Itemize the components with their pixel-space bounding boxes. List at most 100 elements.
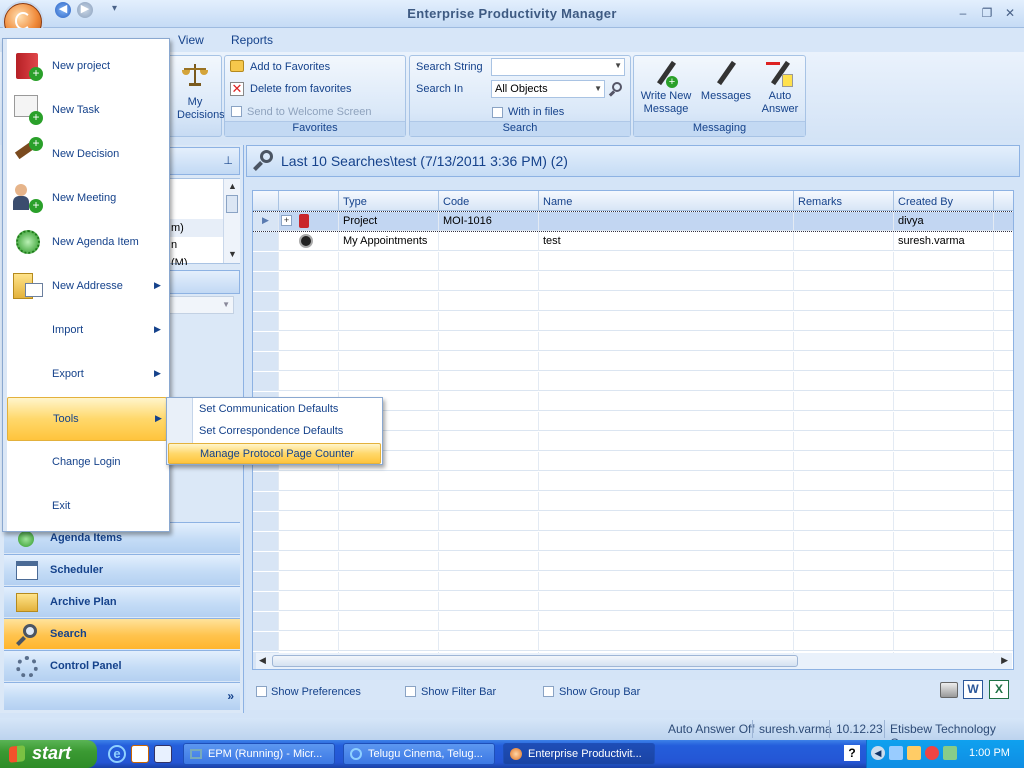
delete-from-favorites-button[interactable]: Delete from favorites bbox=[250, 83, 351, 95]
send-welcome-checkbox[interactable] bbox=[231, 106, 242, 117]
empty-cell bbox=[279, 612, 339, 631]
menu-item-new-addresse[interactable]: New Addresse ▶ bbox=[7, 265, 167, 309]
nav-search[interactable]: Search bbox=[4, 618, 240, 649]
start-button[interactable]: start bbox=[0, 740, 97, 768]
search-go-icon[interactable] bbox=[608, 81, 625, 97]
search-string-dropdown-icon[interactable]: ▼ bbox=[614, 61, 622, 70]
nav-configure-buttons[interactable]: » bbox=[4, 682, 240, 710]
column-header-remarks[interactable]: Remarks bbox=[794, 191, 894, 211]
chevron-double-icon[interactable]: » bbox=[227, 689, 234, 703]
my-decisions-button[interactable]: My Decisions bbox=[169, 62, 225, 122]
restore-icon[interactable]: ❐ bbox=[979, 6, 995, 20]
empty-cell bbox=[894, 372, 994, 391]
empty-cell bbox=[339, 372, 439, 391]
print-icon[interactable] bbox=[940, 682, 958, 698]
security-icon[interactable] bbox=[925, 746, 939, 760]
empty-cell bbox=[339, 332, 439, 351]
menu-item-import[interactable]: Import ▶ bbox=[7, 309, 167, 353]
close-icon[interactable]: ✕ bbox=[1002, 6, 1018, 20]
taskbar-item[interactable]: EPM (Running) - Micr... bbox=[183, 743, 335, 765]
menu-item-new-project[interactable]: + New project bbox=[7, 45, 167, 89]
show-filter-bar-checkbox[interactable] bbox=[405, 686, 416, 697]
outlook-icon[interactable] bbox=[131, 745, 149, 763]
row-selector-icon: ▶ bbox=[253, 212, 279, 231]
nav-control-panel[interactable]: Control Panel bbox=[4, 650, 240, 681]
scroll-down-icon[interactable]: ▼ bbox=[228, 249, 237, 259]
empty-cell bbox=[439, 532, 539, 551]
list-item[interactable]: (M) bbox=[167, 257, 192, 265]
nav-archive-plan[interactable]: Archive Plan bbox=[4, 586, 240, 617]
cell-remarks bbox=[794, 212, 894, 231]
list-item[interactable]: m) bbox=[167, 219, 223, 237]
menu-item-label: Exit bbox=[52, 500, 71, 512]
taskbar-item[interactable]: Enterprise Productivit... bbox=[503, 743, 655, 765]
forward-icon[interactable]: ▶ bbox=[77, 2, 93, 18]
show-group-bar-checkbox[interactable] bbox=[543, 686, 554, 697]
quick-access-dropdown-icon[interactable]: ▾ bbox=[112, 3, 117, 14]
empty-cell bbox=[994, 632, 1013, 651]
list-scrollbar[interactable]: ▲ ▼ bbox=[223, 179, 240, 263]
row-icon-cell: + bbox=[279, 212, 339, 231]
table-row[interactable]: ▶ + Project MOI-1016 divya bbox=[253, 211, 1013, 232]
empty-cell bbox=[439, 492, 539, 511]
horizontal-scrollbar[interactable]: ◀ ▶ bbox=[256, 653, 1012, 669]
expand-icon[interactable]: + bbox=[281, 215, 292, 226]
search-string-input[interactable]: ▼ bbox=[491, 58, 625, 76]
scroll-up-icon[interactable]: ▲ bbox=[228, 181, 237, 191]
nav-scheduler[interactable]: Scheduler bbox=[4, 554, 240, 585]
column-header-name[interactable]: Name bbox=[539, 191, 794, 211]
scroll-right-icon[interactable]: ▶ bbox=[1001, 655, 1008, 666]
empty-cell bbox=[339, 612, 439, 631]
menu-item-exit[interactable]: Exit bbox=[7, 485, 167, 529]
menu-item-new-task[interactable]: + New Task bbox=[7, 89, 167, 133]
menu-item-new-meeting[interactable]: + New Meeting bbox=[7, 177, 167, 221]
empty-cell bbox=[894, 252, 994, 271]
column-header-created-by[interactable]: Created By bbox=[894, 191, 994, 211]
empty-cell bbox=[994, 272, 1013, 291]
filter-dropdown[interactable]: ▼ bbox=[168, 296, 234, 314]
column-header-type[interactable]: Type bbox=[339, 191, 439, 211]
clock[interactable]: 1:00 PM bbox=[969, 747, 1010, 759]
menu-item-change-login[interactable]: Change Login bbox=[7, 441, 167, 485]
messages-pen-icon bbox=[712, 60, 740, 90]
empty-cell bbox=[794, 572, 894, 591]
minimize-icon[interactable]: – bbox=[955, 6, 971, 20]
search-in-select[interactable]: All Objects ▼ bbox=[491, 80, 605, 98]
pin-icon[interactable]: ⊥ bbox=[223, 154, 233, 167]
menu-item-export[interactable]: Export ▶ bbox=[7, 353, 167, 397]
taskbar-item[interactable]: Telugu Cinema, Telug... bbox=[343, 743, 495, 765]
menu-item-new-agenda-item[interactable]: New Agenda Item bbox=[7, 221, 167, 265]
menu-item-new-decision[interactable]: + New Decision bbox=[7, 133, 167, 177]
column-header-code[interactable]: Code bbox=[439, 191, 539, 211]
add-to-favorites-button[interactable]: Add to Favorites bbox=[250, 61, 330, 73]
messages-button[interactable]: Messages bbox=[698, 60, 754, 103]
menu-item-tools[interactable]: Tools ▶ bbox=[7, 397, 167, 441]
submenu-item-set-correspondence-defaults[interactable]: Set Correspondence Defaults bbox=[168, 421, 381, 442]
internet-explorer-icon[interactable]: e bbox=[108, 745, 126, 763]
within-files-checkbox[interactable] bbox=[492, 107, 503, 118]
empty-cell bbox=[894, 432, 994, 451]
horizontal-scroll-thumb[interactable] bbox=[272, 655, 798, 667]
volume-icon[interactable] bbox=[943, 746, 957, 760]
write-new-message-button[interactable]: + Write New Message bbox=[636, 60, 696, 116]
show-preferences-checkbox[interactable] bbox=[256, 686, 267, 697]
export-excel-icon[interactable]: X bbox=[989, 680, 1009, 699]
empty-cell bbox=[894, 492, 994, 511]
tray-app-icon[interactable] bbox=[907, 746, 921, 760]
empty-cell bbox=[794, 332, 894, 351]
help-icon[interactable]: ? bbox=[844, 745, 860, 761]
menu-view[interactable]: View bbox=[178, 33, 204, 47]
table-row[interactable]: My Appointments test suresh.varma bbox=[253, 232, 1013, 251]
export-word-icon[interactable]: W bbox=[963, 680, 983, 699]
submenu-item-set-communication-defaults[interactable]: Set Communication Defaults bbox=[168, 399, 381, 420]
submenu-item-manage-protocol-page-counter[interactable]: Manage Protocol Page Counter bbox=[168, 443, 381, 464]
quick-launch-icon[interactable] bbox=[154, 745, 172, 763]
scroll-thumb[interactable] bbox=[226, 195, 238, 213]
tray-collapse-icon[interactable]: ◀ bbox=[871, 746, 885, 760]
back-icon[interactable]: ◀ bbox=[55, 2, 71, 18]
scroll-left-icon[interactable]: ◀ bbox=[259, 655, 266, 666]
icon-column-header bbox=[279, 191, 339, 211]
auto-answer-button[interactable]: Auto Answer bbox=[756, 60, 804, 116]
menu-reports[interactable]: Reports bbox=[231, 33, 273, 47]
network-icon[interactable] bbox=[889, 746, 903, 760]
